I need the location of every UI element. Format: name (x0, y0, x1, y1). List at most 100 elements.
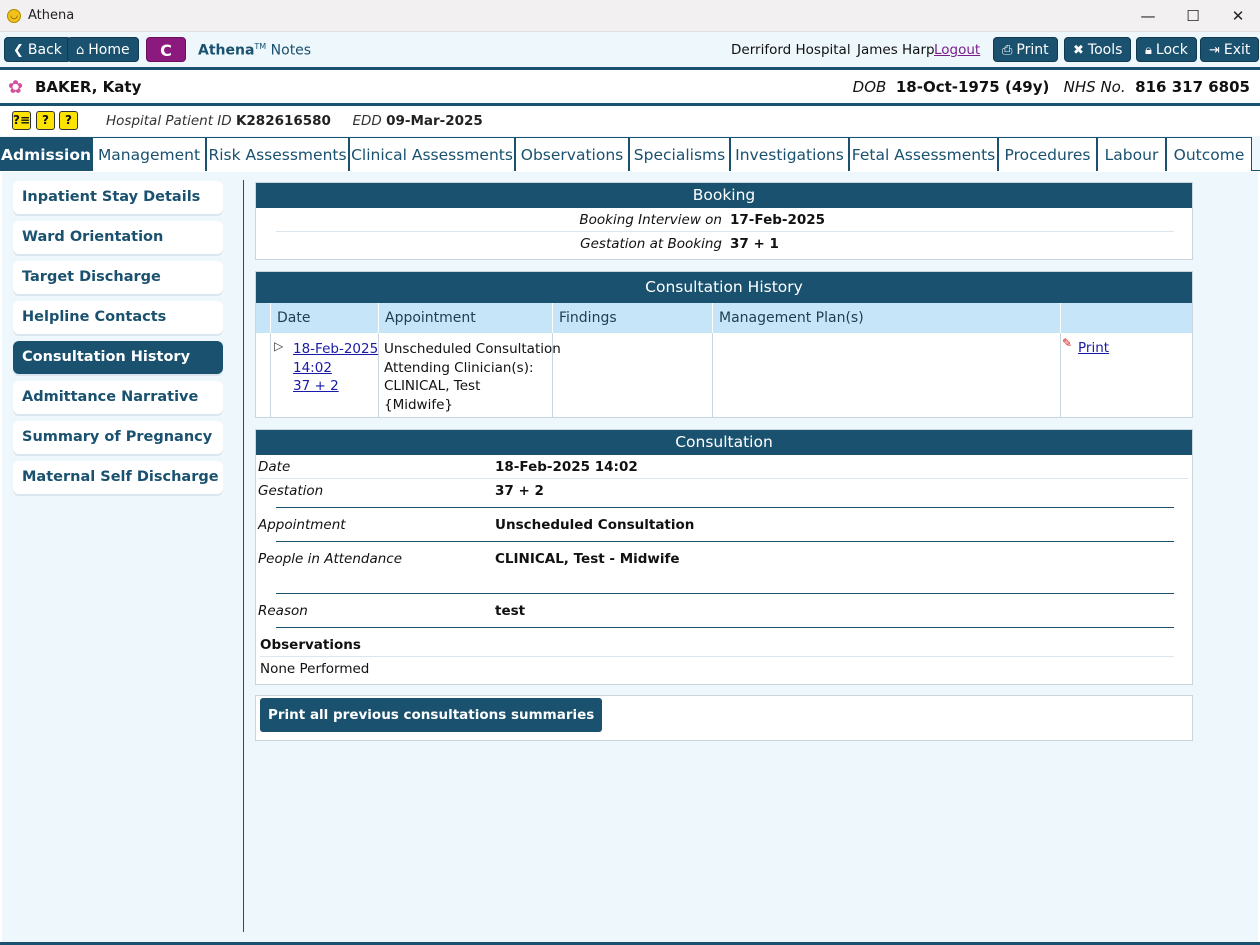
tab-risk-assessments[interactable]: Risk Assessments (206, 137, 349, 171)
consult-reason-value: test (495, 603, 526, 619)
col-date: Date (270, 303, 378, 333)
tab-investigations[interactable]: Investigations (730, 137, 849, 171)
hospital-id-value: K282616580 (235, 113, 331, 129)
booking-interview-label: Booking Interview on (579, 212, 722, 228)
tab-observations[interactable]: Observations (515, 137, 629, 171)
sidebar-item-target-discharge[interactable]: Target Discharge (13, 261, 223, 294)
help-list-icon[interactable]: ?≡ (12, 111, 31, 130)
consultation-panel: Consultation Date 18-Feb-2025 14:02 Gest… (255, 429, 1193, 685)
tools-label: Tools (1087, 42, 1123, 58)
table-row: ▷ 18-Feb-2025 14:02 37 + 2 Unscheduled C… (256, 333, 1192, 417)
history-print-link[interactable]: Print (1078, 340, 1109, 356)
consult-gestation-value: 37 + 2 (495, 483, 544, 499)
consult-attendance-label: People in Attendance (258, 551, 403, 567)
user-name: James Harp (857, 42, 935, 58)
patient-identifiers: Hospital Patient ID K282616580 EDD 09-Ma… (106, 113, 483, 129)
history-date-link[interactable]: 18-Feb-2025 14:02 37 + 2 (293, 340, 378, 396)
history-table-header: Date Appointment Findings Management Pla… (256, 303, 1192, 333)
window-title: Athena (28, 8, 75, 23)
lock-label: Lock (1155, 42, 1188, 58)
attending-clinician-name: CLINICAL, Test (384, 378, 481, 394)
history-appointment: Unscheduled Consultation Attending Clini… (384, 340, 561, 414)
consultation-history-title: Consultation History (256, 272, 1192, 303)
back-button[interactable]: ❮ Back (4, 37, 71, 62)
sidebar-item-admittance-narrative[interactable]: Admittance Narrative (13, 381, 223, 414)
tab-clinical-assessments[interactable]: Clinical Assessments (349, 137, 515, 171)
logout-link[interactable]: Logout (934, 42, 980, 58)
print-button[interactable]: ⎙ Print (993, 37, 1058, 62)
consult-divider (276, 627, 1174, 628)
row-divider (712, 333, 713, 417)
appointment-type: Unscheduled Consultation (384, 341, 561, 357)
attending-clinicians-label: Attending Clinician(s): (384, 359, 534, 376)
dob-value: 18-Oct-1975 (49y) (895, 78, 1050, 96)
help-icon[interactable]: ? (36, 111, 55, 130)
tools-button[interactable]: ✖ Tools (1064, 37, 1132, 62)
lock-button[interactable]: 🔒︎ Lock (1136, 37, 1197, 62)
hospital-name: Derriford Hospital (731, 42, 851, 58)
booking-interview-value: 17-Feb-2025 (730, 212, 826, 228)
brand-tm: TM (254, 42, 267, 51)
tab-management[interactable]: Management (92, 137, 206, 171)
sidebar-divider (243, 180, 244, 932)
exit-icon: ⇥ (1209, 43, 1220, 58)
consult-divider (276, 593, 1174, 594)
nhs-label: NHS No. (1063, 78, 1126, 96)
print-all-consultations-button[interactable]: Print all previous consultations summari… (260, 698, 603, 732)
consult-divider (276, 507, 1174, 508)
observations-value: None Performed (260, 661, 370, 677)
consult-appointment-label: Appointment (258, 517, 346, 533)
tab-admission[interactable]: Admission (0, 137, 92, 171)
patient-name: BAKER, Katy (35, 78, 142, 96)
history-time[interactable]: 14:02 (293, 359, 378, 378)
consult-divider (260, 656, 1174, 657)
print-label: Print (1016, 42, 1049, 58)
consultation-history-panel: Consultation History Date Appointment Fi… (255, 271, 1193, 418)
printer-icon: ⎙ (1002, 43, 1013, 58)
booking-gestation-value: 37 + 1 (730, 236, 779, 252)
history-date[interactable]: 18-Feb-2025 (293, 340, 378, 359)
flower-icon: ✿ (8, 77, 24, 98)
home-button[interactable]: ⌂ Home (67, 37, 139, 62)
exit-button[interactable]: ⇥ Exit (1200, 37, 1260, 62)
consult-attendance-value: CLINICAL, Test - Midwife (495, 551, 680, 567)
c-button[interactable]: C (146, 37, 186, 62)
history-gestation[interactable]: 37 + 2 (293, 377, 378, 396)
sidebar-item-consultation-history[interactable]: Consultation History (13, 341, 223, 374)
consult-divider (258, 478, 1188, 479)
sidebar-item-inpatient-stay-details[interactable]: Inpatient Stay Details (13, 181, 223, 214)
expand-row-icon[interactable]: ▷ (274, 339, 283, 353)
brand-name: Athena (198, 42, 255, 59)
sidebar-item-helpline-contacts-history[interactable]: Helpline Contacts History (13, 301, 223, 358)
col-appointment: Appointment (378, 303, 552, 333)
sidebar-item-maternal-self-discharge[interactable]: Maternal Self Discharge (13, 461, 223, 494)
maximize-button[interactable]: ☐ (1170, 0, 1216, 32)
row-divider (1060, 333, 1061, 417)
minimize-button[interactable]: — (1125, 0, 1171, 32)
booking-row-divider (276, 231, 1174, 232)
row-divider (270, 333, 271, 417)
nhs-value: 816 317 6805 (1135, 78, 1250, 96)
help-info-icon[interactable]: ? (59, 111, 78, 130)
tab-procedures[interactable]: Procedures (998, 137, 1097, 171)
consult-appointment-value: Unscheduled Consultation (495, 517, 695, 533)
sidebar-item-summary-of-pregnancy[interactable]: Summary of Pregnancy (13, 421, 223, 454)
edit-pencil-icon[interactable]: ✎ (1062, 336, 1072, 350)
tab-outcome[interactable]: Outcome (1166, 137, 1252, 171)
tab-labour[interactable]: Labour (1097, 137, 1166, 171)
consult-reason-label: Reason (258, 603, 308, 619)
toolbar-divider (0, 67, 1260, 70)
consultation-title: Consultation (256, 430, 1192, 455)
booking-gestation-label: Gestation at Booking (580, 236, 722, 252)
chevron-left-icon: ❮ (13, 43, 24, 58)
window-title-bar (0, 0, 1260, 32)
app-brand: AthenaTM Notes (198, 42, 311, 59)
consult-date-value: 18-Feb-2025 14:02 (495, 459, 638, 475)
lock-icon: 🔒︎ (1145, 43, 1152, 58)
dob-label: DOB (852, 78, 887, 96)
tab-fetal-assessments[interactable]: Fetal Assessments (849, 137, 998, 171)
tab-specialisms[interactable]: Specialisms (629, 137, 730, 171)
close-window-button[interactable]: ✕ (1215, 0, 1260, 32)
brand-suffix: Notes (270, 42, 312, 59)
sidebar-item-ward-orientation[interactable]: Ward Orientation (13, 221, 223, 254)
